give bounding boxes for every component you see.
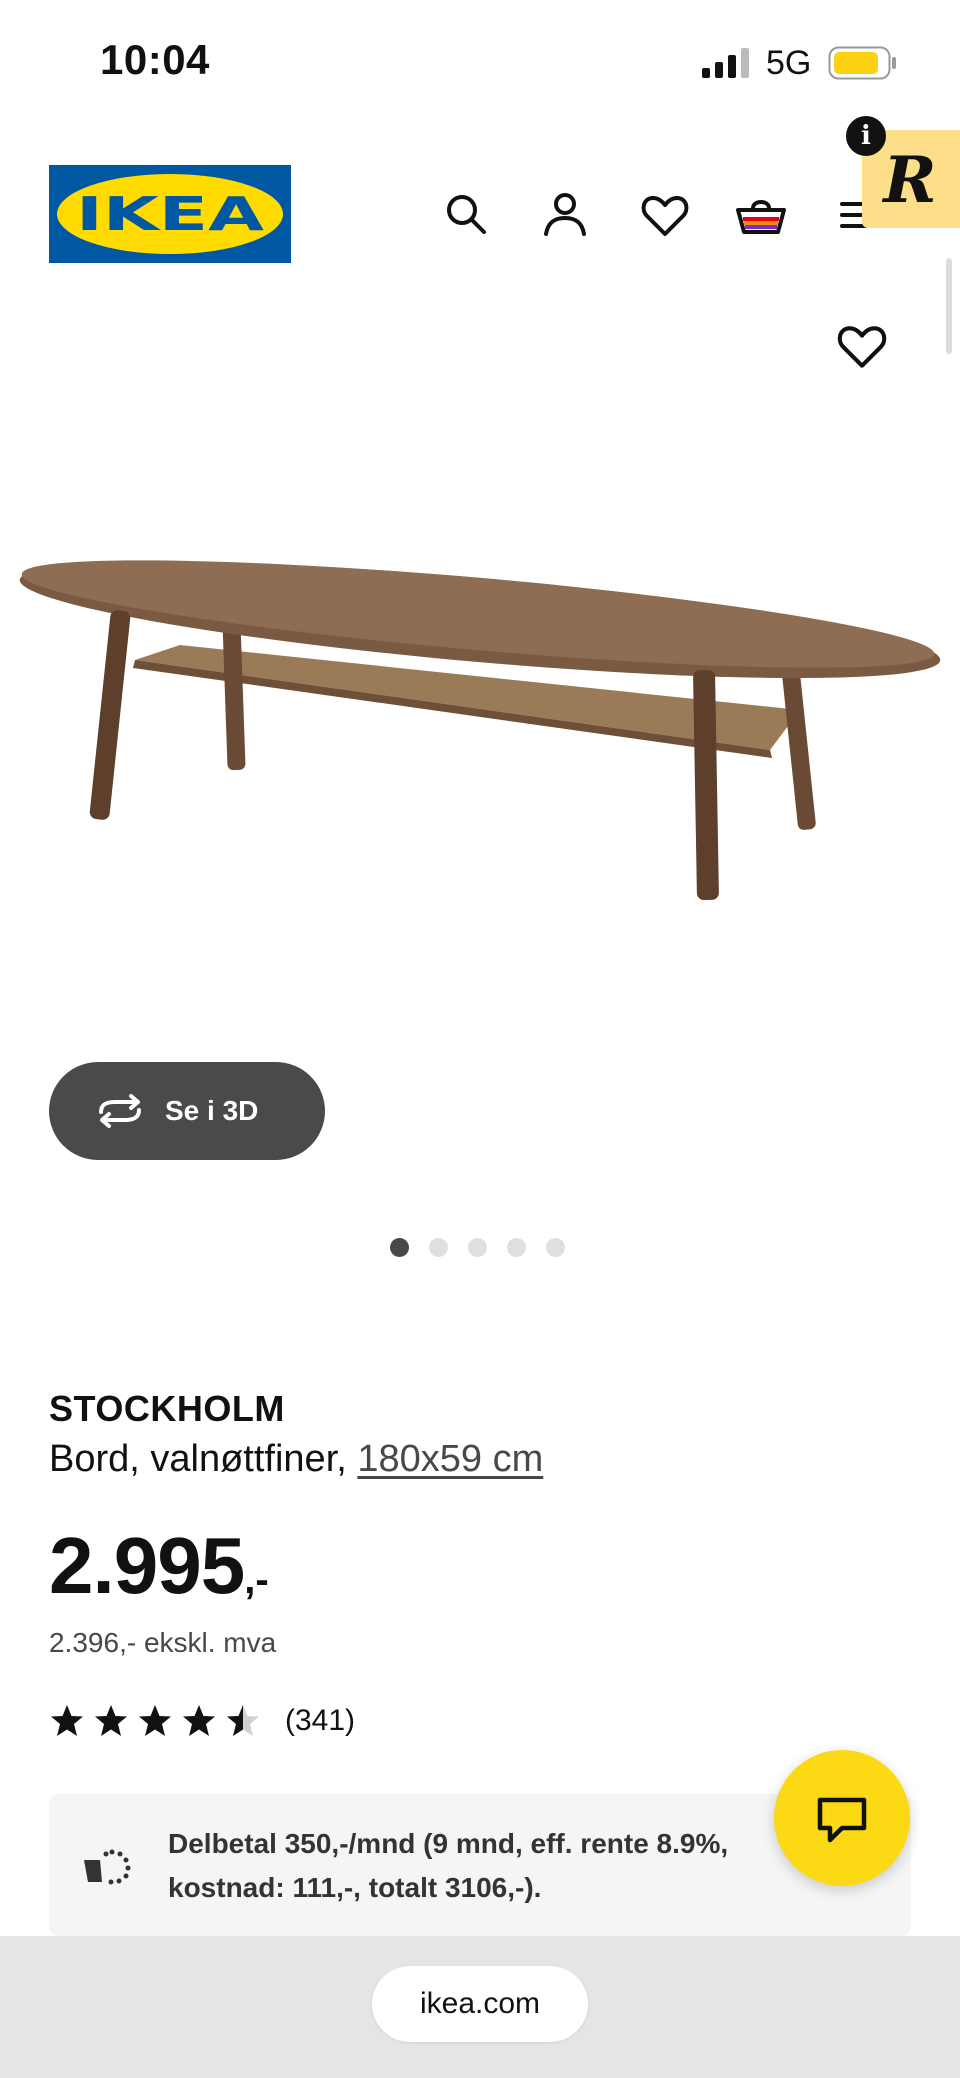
installment-payment-icon [84,1849,131,1885]
product-rating[interactable]: (341) [49,1703,355,1739]
price-suffix: ,- [244,1558,269,1602]
product-image[interactable] [0,520,960,920]
product-name: STOCKHOLM [49,1388,285,1429]
view-in-3d-label: Se i 3D [165,1095,259,1126]
signal-icon [702,48,749,78]
rotate-3d-icon [99,1094,141,1128]
heart-icon[interactable] [638,188,692,242]
cart-icon[interactable] [734,188,788,242]
battery-icon [828,46,896,80]
logo-text: IKEA [76,187,265,241]
scrollbar-thumb[interactable] [946,258,952,354]
carousel-dot[interactable] [390,1238,409,1257]
chat-button[interactable] [774,1750,910,1886]
add-to-favourites-icon[interactable] [834,318,890,374]
carousel-dot[interactable] [429,1238,448,1257]
product-price: 2.995,- [49,1520,269,1612]
network-type: 5G [766,44,812,82]
ikea-logo[interactable]: IKEA [49,165,291,263]
account-icon[interactable] [538,188,592,242]
chat-icon [817,1797,867,1843]
extension-badge-glyph: R [881,143,936,218]
view-in-3d-button[interactable]: Se i 3D [49,1062,325,1160]
financing-text: Delbetal 350,-/mnd (9 mnd, eff. rente 8.… [168,1828,729,1903]
star-icon [51,1705,83,1736]
carousel-dot[interactable] [468,1238,487,1257]
half-star-icon [227,1705,259,1736]
size-link[interactable]: 180x59 cm [357,1438,543,1480]
price-amount: 2.995 [49,1521,245,1610]
address-bar[interactable]: ikea.com [372,1966,588,2042]
star-icon [139,1705,171,1736]
carousel-dot[interactable] [507,1238,526,1257]
star-icon [183,1705,215,1736]
info-icon[interactable]: i [846,116,886,156]
star-icon [95,1705,127,1736]
rating-count: (341) [285,1704,356,1737]
search-icon[interactable] [440,188,494,242]
product-description-text: Bord, valnøttfiner, [49,1438,358,1480]
carousel-indicator [390,1238,565,1257]
product-description: Bord, valnøttfiner, 180x59 cm [49,1438,543,1481]
status-time: 10:04 [100,36,210,83]
carousel-dot[interactable] [546,1238,565,1257]
price-excl-vat: 2.396,- ekskl. mva [49,1627,277,1658]
